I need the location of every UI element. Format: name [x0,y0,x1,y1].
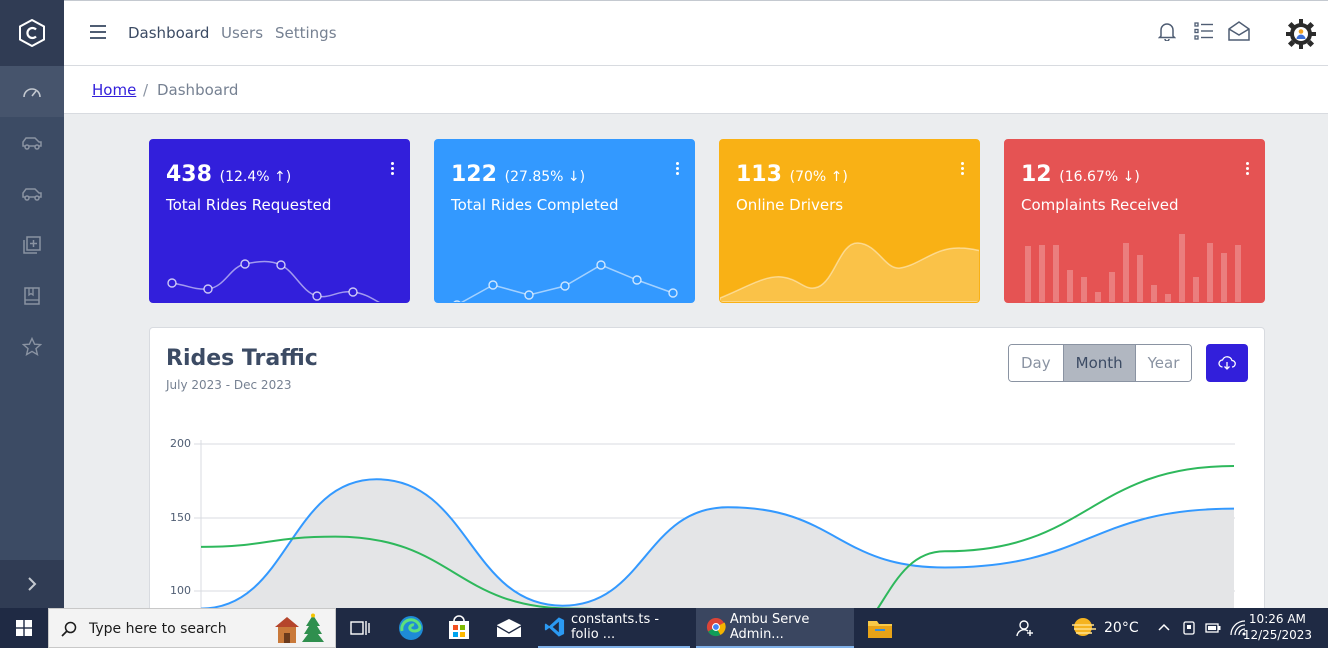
widget-title: Total Rides Requested [166,196,332,214]
widget-value-line: 122 (27.85% ↓) [451,162,585,187]
sidebar-item-vehicles[interactable] [0,168,64,219]
chevron-right-icon [28,577,37,591]
widget-area-chart [720,242,979,302]
taskbar-search[interactable]: Type here to search [48,608,336,648]
widget-value: 12 [1021,162,1052,187]
device-icon[interactable] [1182,620,1196,636]
widget-title: Complaints Received [1021,196,1179,214]
speedometer-icon [23,87,41,97]
widget-change: (27.85% ↓) [504,169,586,185]
widget-value: 438 [166,162,212,187]
widget-value: 122 [451,162,497,187]
avatar[interactable] [1284,17,1318,51]
widget-change: (70% ↑) [789,169,848,185]
traffic-line-chart [194,440,1235,626]
breadcrumb-current: Dashboard [157,81,239,99]
widget-online-drivers: 113 (70% ↑) Online Drivers [719,139,980,303]
breadcrumb: Home / Dashboard [64,66,1328,114]
more-options-icon[interactable] [676,162,680,177]
vscode-icon [544,617,565,637]
widget-rides-completed: 122 (27.85% ↓) Total Rides Completed [434,139,695,303]
holiday-decoration-icon [275,613,324,643]
start-button[interactable] [0,608,48,648]
sidebar-item-dashboard[interactable] [0,66,64,117]
envelope-open-icon[interactable] [1228,21,1250,41]
taskbar: Type here to search constants.ts - folio… [0,608,1328,648]
widget-line-chart [167,259,381,302]
star-icon [22,336,42,356]
sidebar [0,0,64,608]
breadcrumb-separator: / [143,81,149,99]
store-icon[interactable] [447,615,471,641]
clock-time: 10:26 AM [1248,612,1306,626]
widget-change: (16.67% ↓) [1059,169,1140,185]
weather-icon[interactable] [1070,616,1098,640]
widget-title: Total Rides Completed [451,196,619,214]
more-options-icon[interactable] [391,162,395,177]
more-options-icon[interactable] [961,162,965,177]
windows-icon [16,620,32,636]
book-icon [24,286,40,305]
taskbar-app-chrome[interactable]: Ambu Serve Admin... [696,608,854,648]
series-area [201,479,1234,626]
clock-date: 12/25/2023 [1242,628,1312,642]
widget-line-chart [453,260,678,302]
weather-temp: 20°C [1104,620,1139,636]
more-options-icon[interactable] [1246,162,1250,177]
widget-change: (12.4% ↑) [219,169,292,185]
brand-logo[interactable] [0,0,64,66]
nav-users[interactable]: Users [221,24,263,42]
header: Dashboard Users Settings [64,0,1328,66]
sidebar-item-favorites[interactable] [0,321,64,372]
widget-bar-chart [1025,234,1241,302]
library-add-icon [23,235,41,254]
taskbar-app-vscode[interactable]: constants.ts - folio ... [538,608,690,648]
car-icon [22,136,42,150]
task-view-icon[interactable] [350,619,370,637]
system-clock[interactable]: 10:26 AM 12/25/2023 [1243,611,1312,643]
widget-value-line: 12 (16.67% ↓) [1021,162,1140,187]
widget-complaints: 12 (16.67% ↓) Complaints Received [1004,139,1265,303]
widget-value-line: 438 (12.4% ↑) [166,162,291,187]
widget-title: Online Drivers [736,196,844,214]
edge-browser-icon[interactable] [398,615,424,641]
sidebar-toggle-button[interactable] [0,560,64,608]
breadcrumb-home-link[interactable]: Home [92,81,136,99]
menu-toggle-icon[interactable] [90,25,106,39]
taskbar-app-label: Ambu Serve Admin... [729,612,810,642]
people-icon[interactable] [1016,619,1034,637]
widget-value: 113 [736,162,782,187]
search-placeholder: Type here to search [89,621,227,637]
task-list-icon[interactable] [1194,21,1214,41]
search-icon [61,621,77,637]
mail-icon[interactable] [496,618,522,638]
rides-traffic-card: Rides Traffic July 2023 - Dec 2023 Day M… [149,327,1265,627]
sidebar-item-add[interactable] [0,219,64,270]
widget-value-line: 113 (70% ↑) [736,162,848,187]
taskbar-app-label: constants.ts - folio ... [570,612,660,642]
widget-rides-requested: 438 (12.4% ↑) Total Rides Requested [149,139,410,303]
sidebar-item-bookings[interactable] [0,270,64,321]
battery-icon[interactable] [1205,622,1221,634]
sidebar-item-rides[interactable] [0,117,64,168]
chevron-up-icon[interactable] [1158,623,1170,631]
nav-settings[interactable]: Settings [275,24,337,42]
chrome-icon [706,617,726,637]
nav-dashboard[interactable]: Dashboard [128,24,209,42]
car-icon [22,187,42,201]
file-explorer-icon[interactable] [867,617,893,639]
bell-icon[interactable] [1158,21,1176,41]
